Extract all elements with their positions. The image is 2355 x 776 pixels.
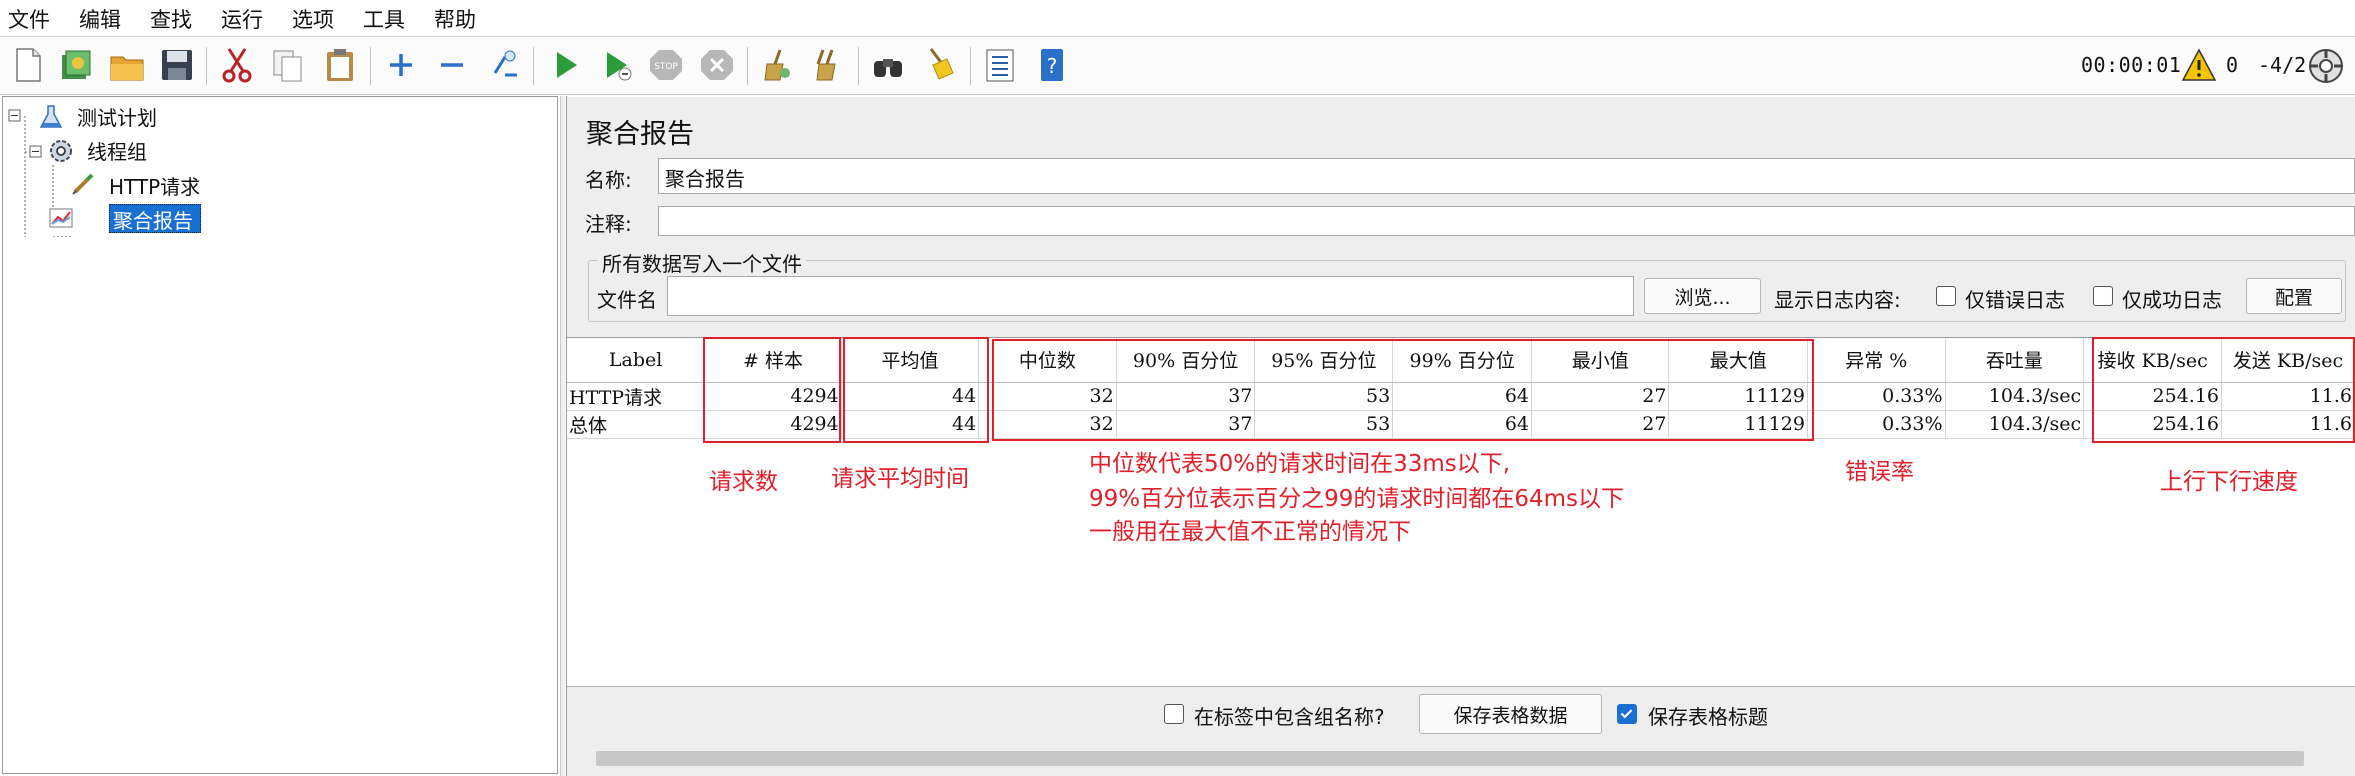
- annotation-percentiles: 中位数代表50%的请求时间在33ms以下,: [1089, 451, 1511, 477]
- toolbar: STOP ?: [0, 37, 2355, 95]
- cell-label: 总体: [567, 410, 706, 439]
- active-threads: -4/2: [2258, 53, 2307, 77]
- menu-search[interactable]: 查找: [150, 2, 192, 34]
- col-error-percent[interactable]: 异常 %: [1807, 338, 1946, 383]
- new-icon[interactable]: [8, 45, 48, 85]
- menu-file[interactable]: 文件: [8, 2, 50, 34]
- annotation-error-rate: 错误率: [1845, 459, 1914, 485]
- menu-help[interactable]: 帮助: [434, 2, 476, 34]
- tree-item-aggregate-report[interactable]: 聚合报告: [113, 205, 193, 234]
- http-request-pipette-icon: [69, 170, 97, 198]
- warning-icon[interactable]: [2181, 47, 2217, 83]
- annotation-average: 请求平均时间: [831, 466, 969, 492]
- col-label[interactable]: Label: [567, 338, 706, 383]
- name-label: 名称:: [585, 168, 632, 192]
- cell-error: 0.33%: [1807, 410, 1946, 439]
- tree-item-test-plan[interactable]: 测试计划: [77, 102, 157, 131]
- write-to-file-legend: 所有数据写入一个文件: [598, 248, 806, 277]
- errors-only-checkbox[interactable]: [1936, 286, 1956, 306]
- log-content-label: 显示日志内容:: [1774, 288, 1901, 312]
- filename-label: 文件名: [597, 288, 657, 312]
- test-plan-tree: 测试计划 线程组 HTTP请求 聚合报告: [2, 96, 558, 774]
- help-icon[interactable]: ?: [1032, 45, 1072, 85]
- success-only-checkbox[interactable]: [2093, 286, 2113, 306]
- menu-options[interactable]: 选项: [292, 2, 334, 34]
- shutdown-icon[interactable]: [697, 45, 737, 85]
- name-field[interactable]: 聚合报告: [658, 158, 2355, 194]
- menu-edit[interactable]: 编辑: [79, 2, 121, 34]
- function-helper-icon[interactable]: [980, 45, 1020, 85]
- samples-highlight-box: [703, 337, 841, 443]
- include-group-label: 在标签中包含组名称?: [1194, 705, 1385, 729]
- menu-run[interactable]: 运行: [221, 2, 263, 34]
- thread-group-gear-icon: [47, 137, 75, 165]
- toggle-icon[interactable]: [483, 45, 523, 85]
- include-group-checkbox[interactable]: [1164, 704, 1184, 724]
- annotation-percentiles-line2: 99%百分位表示百分之99的请求时间都在64ms以下: [1089, 486, 1625, 512]
- panel-title: 聚合报告: [586, 119, 694, 150]
- checkmark-icon: [1620, 709, 1633, 719]
- warning-count: 0: [2226, 53, 2239, 77]
- templates-icon[interactable]: [56, 45, 96, 85]
- tree-item-http-request[interactable]: HTTP请求: [109, 171, 200, 200]
- configure-button[interactable]: 配置: [2246, 278, 2342, 314]
- start-icon[interactable]: [546, 45, 586, 85]
- search-icon[interactable]: [868, 45, 908, 85]
- expand-icon[interactable]: [381, 45, 421, 85]
- aggregate-report-chart-icon: [47, 204, 75, 232]
- save-icon[interactable]: [157, 45, 197, 85]
- errors-only-label: 仅错误日志: [1965, 288, 2065, 312]
- copy-icon[interactable]: [268, 45, 308, 85]
- comment-label: 注释:: [585, 212, 632, 236]
- cell-throughput: 104.3/sec: [1945, 382, 2085, 411]
- stop-icon[interactable]: STOP: [646, 45, 686, 85]
- menu-tools[interactable]: 工具: [363, 2, 405, 34]
- status-gear-icon: [2307, 47, 2345, 85]
- save-table-header-label: 保存表格标题: [1648, 705, 1768, 729]
- save-table-data-button[interactable]: 保存表格数据: [1419, 694, 1602, 734]
- split-pane-divider[interactable]: [560, 96, 565, 776]
- annotation-percentiles-line3: 一般用在最大值不正常的情况下: [1089, 519, 1411, 545]
- paste-icon[interactable]: [320, 45, 360, 85]
- comment-field[interactable]: [658, 206, 2355, 236]
- success-only-label: 仅成功日志: [2122, 288, 2222, 312]
- percentile-highlight-box: [992, 339, 1814, 441]
- start-no-pause-icon[interactable]: [596, 45, 636, 85]
- filename-field[interactable]: [667, 276, 1634, 316]
- cell-throughput: 104.3/sec: [1945, 410, 2085, 439]
- menu-bar: 文件 编辑 查找 运行 选项 工具 帮助: [0, 0, 2355, 37]
- collapse-icon[interactable]: [432, 45, 472, 85]
- horizontal-scrollbar[interactable]: [596, 751, 2304, 766]
- clear-icon[interactable]: [757, 45, 797, 85]
- col-throughput[interactable]: 吞吐量: [1945, 338, 2085, 383]
- cut-icon[interactable]: [217, 45, 257, 85]
- annotation-throughput: 上行下行速度: [2160, 469, 2298, 495]
- open-icon[interactable]: [107, 45, 147, 85]
- test-plan-icon: [37, 103, 65, 131]
- svg-text:?: ?: [1047, 54, 1058, 78]
- cell-error: 0.33%: [1807, 382, 1946, 411]
- tree-item-thread-group[interactable]: 线程组: [87, 136, 147, 165]
- annotation-samples: 请求数: [709, 469, 778, 495]
- bandwidth-highlight-box: [2092, 337, 2355, 443]
- browse-button[interactable]: 浏览...: [1644, 278, 1761, 314]
- svg-text:STOP: STOP: [654, 62, 678, 72]
- reset-search-icon[interactable]: [919, 45, 959, 85]
- elapsed-timer: 00:00:01: [2081, 53, 2182, 77]
- average-highlight-box: [843, 337, 989, 443]
- clear-all-icon[interactable]: [807, 45, 847, 85]
- save-table-header-checkbox[interactable]: [1617, 704, 1637, 724]
- cell-label: HTTP请求: [567, 382, 706, 411]
